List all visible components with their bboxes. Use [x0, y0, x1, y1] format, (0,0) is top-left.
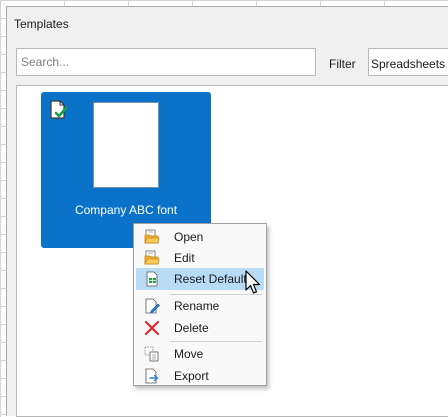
menu-item-label: Export [174, 369, 209, 383]
menu-item-move[interactable]: Move [136, 343, 264, 365]
search-input[interactable] [16, 48, 316, 76]
filter-label: Filter [329, 57, 356, 71]
menu-item-label: Open [174, 230, 204, 244]
menu-item-label: Move [174, 347, 204, 361]
export-icon [145, 368, 159, 384]
mouse-cursor-icon [245, 270, 261, 294]
menu-separator [170, 341, 262, 342]
dialog-title: Templates [14, 17, 69, 31]
template-name: Company ABC font [74, 203, 178, 217]
menu-item-label: Delete [174, 321, 209, 335]
template-thumbnail [93, 102, 159, 188]
menu-item-label: Rename [174, 299, 220, 313]
menu-item-rename[interactable]: Rename [136, 295, 264, 317]
delete-icon [144, 320, 160, 336]
menu-item-label: Edit [174, 251, 195, 265]
context-menu: Open Edit Reset Default Rename Delete Mo… [133, 223, 267, 386]
filter-select[interactable]: Spreadsheets [368, 48, 448, 76]
move-icon [144, 346, 159, 362]
open-folder-icon [144, 229, 160, 244]
menu-item-edit[interactable]: Edit [136, 247, 264, 269]
reset-default-icon [146, 271, 158, 287]
menu-item-label: Reset Default [174, 272, 247, 286]
menu-item-open[interactable]: Open [136, 226, 264, 248]
menu-item-delete[interactable]: Delete [136, 317, 264, 339]
rename-icon [145, 298, 160, 314]
menu-item-export[interactable]: Export [136, 365, 264, 387]
default-template-check-icon [50, 100, 68, 119]
edit-folder-icon [144, 250, 160, 265]
